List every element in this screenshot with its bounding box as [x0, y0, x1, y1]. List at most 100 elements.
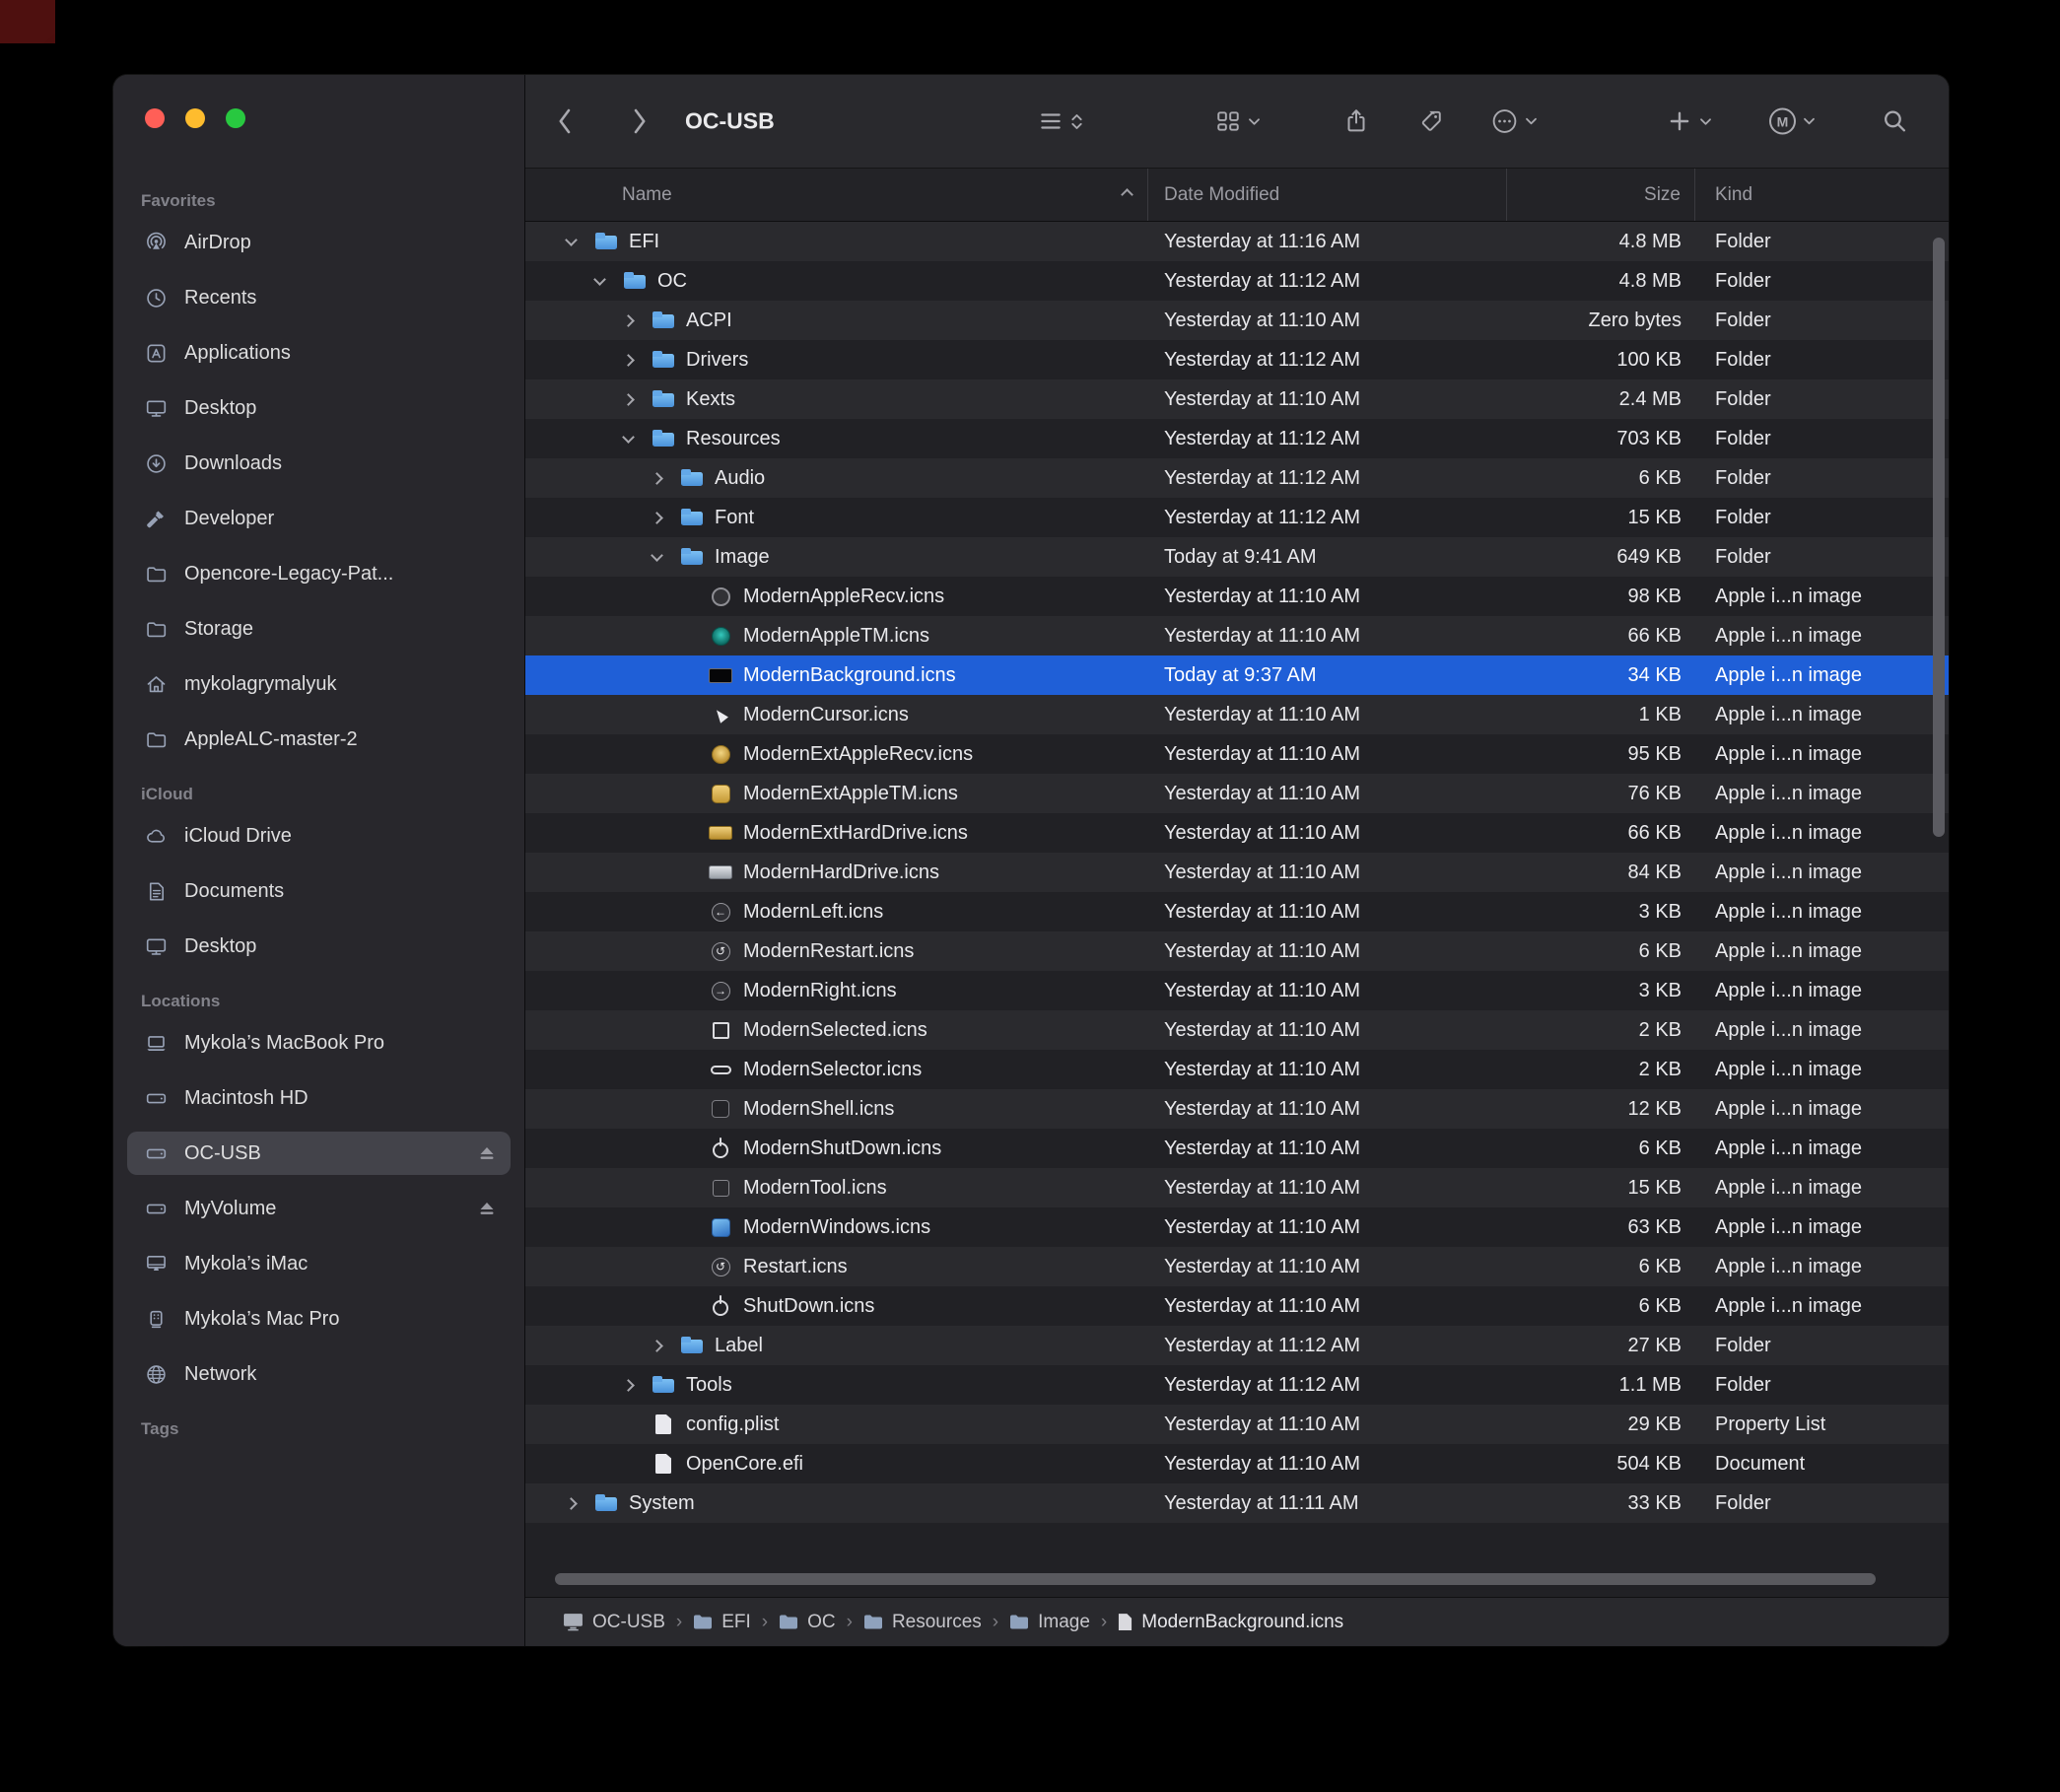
disclosure-chevron-icon[interactable]: [565, 234, 578, 246]
file-row[interactable]: EFIYesterday at 11:16 AM4.8 MBFolder: [525, 222, 1949, 261]
column-header-kind[interactable]: Kind: [1695, 169, 1949, 221]
file-row[interactable]: ModernExtAppleTM.icnsYesterday at 11:10 …: [525, 774, 1949, 813]
back-button[interactable]: [555, 106, 575, 136]
file-name: Kexts: [686, 388, 735, 411]
path-item-efi[interactable]: EFI: [693, 1612, 751, 1633]
account-initial: M: [1769, 108, 1796, 135]
file-row[interactable]: ImageToday at 9:41 AM649 KBFolder: [525, 537, 1949, 577]
sidebar-item-documents[interactable]: Documents: [127, 869, 511, 913]
sidebar-item-applealc-master-2[interactable]: AppleALC-master-2: [127, 718, 511, 761]
file-row[interactable]: SystemYesterday at 11:11 AM33 KBFolder: [525, 1483, 1949, 1523]
disclosure-chevron-icon[interactable]: [593, 273, 606, 286]
eject-icon[interactable]: [477, 1143, 499, 1163]
finder-window: FavoritesAirDropRecentsApplicationsDeskt…: [113, 75, 1949, 1646]
date-cell: Yesterday at 11:12 AM: [1148, 1374, 1507, 1397]
file-row[interactable]: ModernRestart.icnsYesterday at 11:10 AM6…: [525, 931, 1949, 971]
zoom-button[interactable]: [226, 108, 245, 128]
more-button[interactable]: [1491, 108, 1538, 135]
file-row[interactable]: ModernAppleRecv.icnsYesterday at 11:10 A…: [525, 577, 1949, 616]
sidebar-item-desktop[interactable]: Desktop: [127, 386, 511, 430]
disclosure-chevron-icon[interactable]: [622, 431, 635, 444]
file-row[interactable]: OpenCore.efiYesterday at 11:10 AM504 KBD…: [525, 1444, 1949, 1483]
file-row[interactable]: ModernExtHardDrive.icnsYesterday at 11:1…: [525, 813, 1949, 853]
disclosure-chevron-icon[interactable]: [565, 1497, 578, 1510]
disclosure-chevron-icon[interactable]: [651, 1340, 663, 1352]
file-row[interactable]: ResourcesYesterday at 11:12 AM703 KBFold…: [525, 419, 1949, 458]
sidebar-item-mykola-s-mac-pro[interactable]: Mykola’s Mac Pro: [127, 1297, 511, 1341]
file-row[interactable]: ModernRight.icnsYesterday at 11:10 AM3 K…: [525, 971, 1949, 1010]
sidebar-item-applications[interactable]: Applications: [127, 331, 511, 375]
disclosure-chevron-icon[interactable]: [651, 472, 663, 485]
sidebar-item-opencore-legacy-pat[interactable]: Opencore-Legacy-Pat...: [127, 552, 511, 595]
sidebar-item-mykolagrymalyuk[interactable]: mykolagrymalyuk: [127, 662, 511, 706]
column-header-date-modified[interactable]: Date Modified: [1148, 169, 1507, 221]
sidebar-item-desktop[interactable]: Desktop: [127, 925, 511, 968]
name-cell: ModernExtAppleTM.icns: [525, 774, 1148, 813]
file-row[interactable]: AudioYesterday at 11:12 AM6 KBFolder: [525, 458, 1949, 498]
eject-icon[interactable]: [477, 1199, 499, 1218]
path-item-oc-usb[interactable]: OC-USB: [563, 1612, 665, 1633]
tag-button[interactable]: [1418, 108, 1444, 134]
file-row[interactable]: KextsYesterday at 11:10 AM2.4 MBFolder: [525, 379, 1949, 419]
file-row[interactable]: ToolsYesterday at 11:12 AM1.1 MBFolder: [525, 1365, 1949, 1405]
disclosure-chevron-icon[interactable]: [622, 354, 635, 367]
restart-circle-icon: [708, 1254, 733, 1279]
sidebar-item-macintosh-hd[interactable]: Macintosh HD: [127, 1076, 511, 1120]
sidebar-item-recents[interactable]: Recents: [127, 276, 511, 319]
file-row[interactable]: ACPIYesterday at 11:10 AMZero bytesFolde…: [525, 301, 1949, 340]
sidebar-item-airdrop[interactable]: AirDrop: [127, 221, 511, 264]
search-button[interactable]: [1882, 108, 1908, 135]
file-row[interactable]: ModernSelected.icnsYesterday at 11:10 AM…: [525, 1010, 1949, 1050]
column-header-size[interactable]: Size: [1507, 169, 1695, 221]
sidebar-item-icloud-drive[interactable]: iCloud Drive: [127, 814, 511, 858]
sidebar-item-mykola-s-macbook-pro[interactable]: Mykola’s MacBook Pro: [127, 1021, 511, 1065]
path-item-image[interactable]: Image: [1009, 1612, 1090, 1633]
sidebar-item-storage[interactable]: Storage: [127, 607, 511, 651]
minimize-button[interactable]: [185, 108, 205, 128]
forward-button[interactable]: [630, 106, 650, 136]
sidebar-item-mykola-s-imac[interactable]: Mykola’s iMac: [127, 1242, 511, 1285]
disclosure-chevron-icon[interactable]: [651, 549, 663, 562]
disclosure-chevron-icon[interactable]: [622, 393, 635, 406]
disclosure-chevron-icon[interactable]: [622, 314, 635, 327]
file-row[interactable]: ModernTool.icnsYesterday at 11:10 AM15 K…: [525, 1168, 1949, 1207]
group-button[interactable]: [1215, 108, 1261, 134]
sidebar-item-downloads[interactable]: Downloads: [127, 442, 511, 485]
file-row[interactable]: ModernBackground.icnsToday at 9:37 AM34 …: [525, 655, 1949, 695]
file-row[interactable]: DriversYesterday at 11:12 AM100 KBFolder: [525, 340, 1949, 379]
account-button[interactable]: M: [1769, 108, 1816, 135]
file-row[interactable]: ModernExtAppleRecv.icnsYesterday at 11:1…: [525, 734, 1949, 774]
folder-outline-icon: [141, 561, 171, 586]
disclosure-chevron-icon[interactable]: [651, 512, 663, 524]
share-button[interactable]: [1343, 107, 1369, 135]
disclosure-chevron-icon[interactable]: [622, 1379, 635, 1392]
file-row[interactable]: Restart.icnsYesterday at 11:10 AM6 KBApp…: [525, 1247, 1949, 1286]
sidebar-item-myvolume[interactable]: MyVolume: [127, 1187, 511, 1230]
close-button[interactable]: [145, 108, 165, 128]
file-row[interactable]: OCYesterday at 11:12 AM4.8 MBFolder: [525, 261, 1949, 301]
file-row[interactable]: FontYesterday at 11:12 AM15 KBFolder: [525, 498, 1949, 537]
sidebar-item-network[interactable]: Network: [127, 1352, 511, 1396]
file-row[interactable]: ModernShell.icnsYesterday at 11:10 AM12 …: [525, 1089, 1949, 1129]
file-row[interactable]: ShutDown.icnsYesterday at 11:10 AM6 KBAp…: [525, 1286, 1949, 1326]
file-row[interactable]: ModernLeft.icnsYesterday at 11:10 AM3 KB…: [525, 892, 1949, 931]
sidebar-item-oc-usb[interactable]: OC-USB: [127, 1132, 511, 1175]
path-item-oc[interactable]: OC: [779, 1612, 836, 1633]
file-row[interactable]: ModernCursor.icnsYesterday at 11:10 AM1 …: [525, 695, 1949, 734]
file-row[interactable]: ModernWindows.icnsYesterday at 11:10 AM6…: [525, 1207, 1949, 1247]
sidebar-item-developer[interactable]: Developer: [127, 497, 511, 540]
file-row[interactable]: ModernAppleTM.icnsYesterday at 11:10 AM6…: [525, 616, 1949, 655]
path-item-modernbackground-icns[interactable]: ModernBackground.icns: [1118, 1612, 1343, 1633]
file-row[interactable]: ModernSelector.icnsYesterday at 11:10 AM…: [525, 1050, 1949, 1089]
path-item-resources[interactable]: Resources: [863, 1612, 982, 1633]
horizontal-scrollbar[interactable]: [555, 1573, 1876, 1585]
add-button[interactable]: [1667, 108, 1712, 134]
file-row[interactable]: config.plistYesterday at 11:10 AM29 KBPr…: [525, 1405, 1949, 1444]
column-header-name[interactable]: Name: [525, 169, 1148, 221]
file-row[interactable]: LabelYesterday at 11:12 AM27 KBFolder: [525, 1326, 1949, 1365]
plus-icon: [1667, 108, 1692, 134]
view-button[interactable]: [1038, 108, 1083, 134]
file-row[interactable]: ModernHardDrive.icnsYesterday at 11:10 A…: [525, 853, 1949, 892]
vertical-scrollbar[interactable]: [1933, 238, 1945, 837]
file-row[interactable]: ModernShutDown.icnsYesterday at 11:10 AM…: [525, 1129, 1949, 1168]
